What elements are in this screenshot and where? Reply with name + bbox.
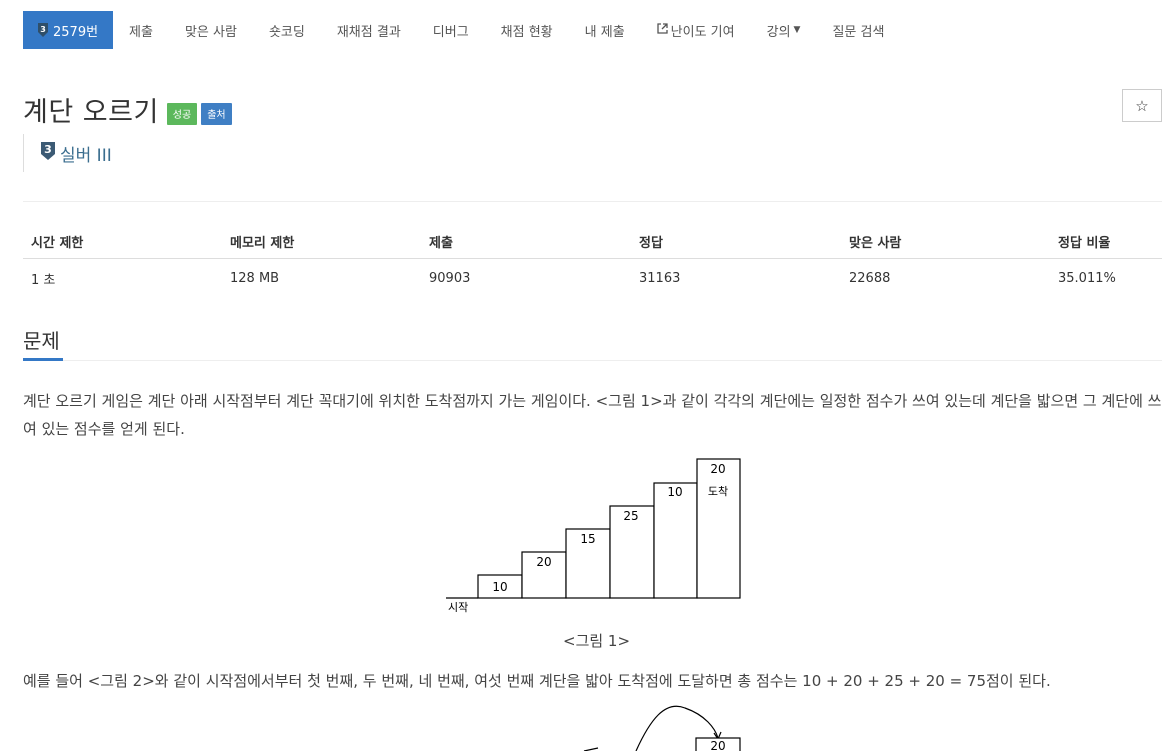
value-accept-ratio: 35.011%	[1058, 271, 1116, 286]
nav-lecture-dropdown[interactable]: 강의 ▼	[751, 11, 817, 49]
tier-label[interactable]: 실버 III	[60, 141, 112, 166]
problem-description-paragraph-1: 계단 오르기 게임은 계단 아래 시작점부터 계단 꼭대기에 위치한 도착점까지…	[23, 392, 1162, 438]
end-label: 도착	[708, 485, 728, 498]
contribute-label: 난이도 기여	[670, 24, 735, 40]
section-title-problem: 문제	[23, 329, 60, 353]
step-2-score: 20	[536, 555, 551, 569]
header-submissions: 제출	[421, 226, 631, 259]
nav-accepted-users[interactable]: 맞은 사람	[169, 11, 253, 49]
figure-1-staircase: 10 20 15 25 10 20 도착 시작	[446, 458, 741, 614]
header-accepted: 정답	[631, 226, 841, 259]
problem-stats-table: 시간 제한 메모리 제한 제출 정답 맞은 사람 정답 비율 1 초 128 M…	[23, 226, 1162, 296]
nav-short-coding[interactable]: 숏코딩	[253, 11, 321, 49]
section-underline	[23, 358, 63, 361]
step-1-score: 10	[492, 580, 507, 594]
problem-title: 계단 오르기	[23, 97, 159, 128]
step-6	[696, 458, 741, 599]
caret-down-icon: ▼	[793, 25, 801, 35]
value-submissions: 90903	[429, 271, 471, 286]
fig2-top-score: 20	[710, 739, 725, 751]
favorite-star-button[interactable]: ☆	[1122, 89, 1162, 122]
header-memory-limit: 메모리 제한	[222, 226, 421, 259]
lecture-label: 강의	[766, 24, 791, 40]
problem-description-paragraph-2: 예를 들어 <그림 2>와 같이 시작점에서부터 첫 번째, 두 번째, 네 번…	[23, 672, 1051, 690]
stats-row: 1 초 128 MB 90903 31163 22688 35.011%	[23, 259, 1162, 297]
step-5-score: 10	[667, 485, 682, 499]
value-accepted-users: 22688	[849, 271, 891, 286]
header-accept-ratio: 정답 비율	[1050, 226, 1162, 259]
start-label: 시작	[448, 601, 468, 614]
nav-status[interactable]: 채점 현황	[485, 11, 569, 49]
tier-shield-number: 3	[40, 25, 46, 34]
nav-contribute-difficulty[interactable]: 난이도 기여	[641, 11, 751, 49]
value-memory-limit: 128 MB	[230, 271, 280, 286]
star-icon: ☆	[1135, 96, 1149, 115]
header-time-limit: 시간 제한	[23, 226, 222, 259]
tier-shield-icon-large: 3	[40, 141, 56, 165]
step-4-score: 25	[623, 509, 638, 523]
tier-shield-number-large: 3	[44, 143, 52, 156]
nav-my-submissions[interactable]: 내 제출	[569, 11, 641, 49]
source-badge[interactable]: 출처	[201, 102, 232, 125]
value-accepted: 31163	[639, 271, 681, 286]
nav-rejudge-results[interactable]: 재채점 결과	[321, 11, 417, 49]
nav-problem-number[interactable]: 3 2579번	[23, 11, 114, 49]
section-divider	[63, 360, 1162, 361]
nav-submit[interactable]: 제출	[113, 11, 169, 49]
stats-header-row: 시간 제한 메모리 제한 제출 정답 맞은 사람 정답 비율	[23, 226, 1162, 259]
value-time-limit: 1 초	[31, 273, 56, 288]
figure-2-staircase: 20	[583, 705, 741, 751]
tier-shield-icon: 3	[37, 23, 49, 37]
problem-nav: 3 2579번 제출 맞은 사람 숏코딩 재채점 결과 디버그 채점 현황 내 …	[23, 11, 900, 49]
tier-row: 3 실버 III	[23, 134, 112, 172]
step-5	[653, 482, 698, 599]
problem-number-label: 2579번	[53, 24, 99, 40]
step-3-score: 15	[580, 532, 595, 546]
success-badge[interactable]: 성공	[166, 102, 198, 125]
external-link-icon	[657, 23, 668, 37]
title-row: 계단 오르기 성공 출처	[23, 90, 232, 129]
step-6-score: 20	[710, 462, 725, 476]
figure-1-caption: <그림 1>	[563, 632, 631, 650]
divider	[23, 201, 1162, 202]
header-accepted-users: 맞은 사람	[841, 226, 1050, 259]
nav-question-search[interactable]: 질문 검색	[816, 11, 900, 49]
nav-debug[interactable]: 디버그	[417, 11, 485, 49]
